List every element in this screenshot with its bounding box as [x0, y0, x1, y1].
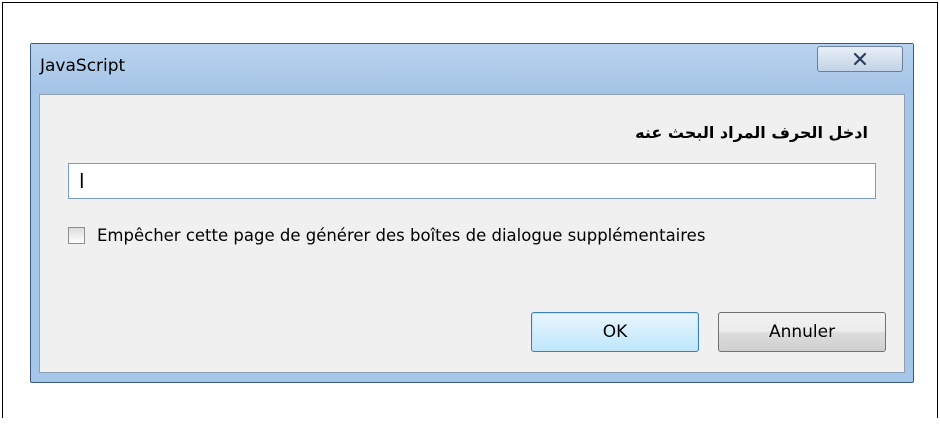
javascript-prompt-dialog: JavaScript ادخل الحرف المراد البحث عنه E…	[30, 43, 914, 383]
dialog-titlebar[interactable]: JavaScript	[31, 44, 913, 94]
dialog-title: JavaScript	[40, 56, 126, 76]
cancel-button[interactable]: Annuler	[718, 312, 886, 352]
prompt-input[interactable]	[68, 163, 876, 199]
prompt-message: ادخل الحرف المراد البحث عنه	[635, 123, 868, 142]
ok-button[interactable]: OK	[531, 312, 699, 352]
close-button[interactable]	[817, 46, 903, 72]
dialog-body: ادخل الحرف المراد البحث عنه Empêcher cet…	[39, 94, 905, 373]
suppress-dialogs-checkbox[interactable]	[68, 227, 85, 244]
suppress-dialogs-label[interactable]: Empêcher cette page de générer des boîte…	[97, 226, 705, 245]
suppress-dialogs-option[interactable]: Empêcher cette page de générer des boîte…	[68, 226, 705, 245]
close-x-icon	[852, 52, 868, 66]
